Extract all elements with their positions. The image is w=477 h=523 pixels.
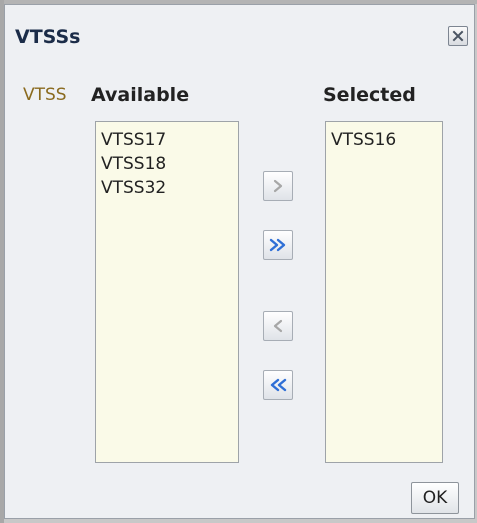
dialog-title: VTSSs	[15, 26, 81, 48]
close-button[interactable]	[448, 26, 468, 46]
available-listbox[interactable]: VTSS17 VTSS18 VTSS32	[95, 121, 239, 463]
chevron-right-icon	[273, 179, 283, 193]
available-title: Available	[91, 84, 190, 106]
remove-button[interactable]	[263, 311, 293, 341]
selected-listbox[interactable]: VTSS16	[325, 121, 443, 463]
remove-all-button[interactable]	[263, 370, 293, 400]
field-label: VTSS	[23, 85, 67, 105]
double-chevron-left-icon	[270, 378, 287, 392]
list-item[interactable]: VTSS16	[331, 128, 442, 152]
list-item[interactable]: VTSS18	[101, 152, 238, 176]
selected-title: Selected	[323, 84, 416, 106]
move-all-button[interactable]	[263, 230, 293, 260]
double-chevron-right-icon	[269, 238, 286, 252]
list-item[interactable]: VTSS17	[101, 128, 238, 152]
ok-button[interactable]: OK	[411, 482, 459, 514]
move-button[interactable]	[263, 171, 293, 201]
list-item[interactable]: VTSS32	[101, 176, 238, 200]
chevron-left-icon	[273, 319, 283, 333]
shuttle-dialog: VTSSs VTSS Available Selected VTSS17 VTS…	[4, 4, 475, 519]
close-icon	[452, 30, 464, 42]
